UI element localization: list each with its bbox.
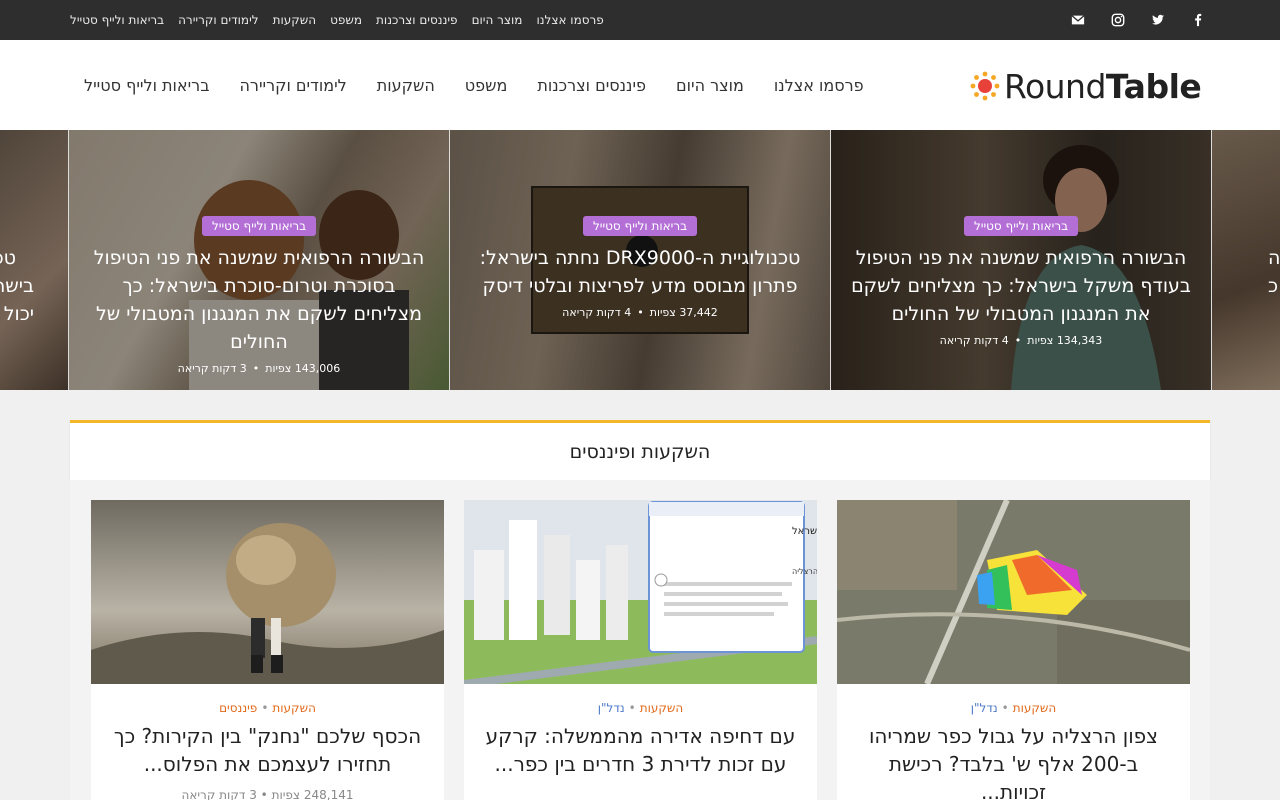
- article-categories: השקעות•נדל"ן: [597, 701, 684, 715]
- top-link-product[interactable]: מוצר היום: [472, 13, 523, 27]
- category-link[interactable]: נדל"ן: [971, 701, 998, 715]
- slide-diabetes[interactable]: בריאות ולייף סטייל הבשורה הרפואית שמשנה …: [69, 130, 450, 390]
- category-link[interactable]: נדל"ן: [598, 701, 625, 715]
- site-header: בריאות ולייף סטייל לימודים וקריירה השקעו…: [0, 40, 1280, 130]
- logo-text: RoundTable: [1004, 66, 1202, 106]
- slide-partial-left-line2: בישר: [0, 275, 34, 297]
- slide-drx9000[interactable]: בריאות ולייף סטייל טכנולוגיית ה-DRX9000 …: [450, 130, 831, 390]
- category-link[interactable]: השקעות: [272, 701, 316, 715]
- top-link-advertise[interactable]: פרסמו אצלנו: [536, 13, 603, 27]
- instagram-icon[interactable]: [1098, 0, 1138, 40]
- email-icon[interactable]: [1058, 0, 1098, 40]
- nav-health[interactable]: בריאות ולייף סטייל: [84, 76, 209, 95]
- category-link[interactable]: השקעות: [640, 701, 684, 715]
- slide-title[interactable]: הבשורה הרפואית שמשנה את פני הטיפול בסוכר…: [89, 244, 429, 356]
- nav-law[interactable]: משפט: [465, 76, 508, 95]
- facebook-icon[interactable]: [1178, 0, 1218, 40]
- article-image-map[interactable]: [837, 500, 1190, 684]
- nav-advertise[interactable]: פרסמו אצלנו: [774, 76, 864, 95]
- category-link[interactable]: השקעות: [1013, 701, 1057, 715]
- section-title[interactable]: השקעות ופיננסים: [570, 441, 711, 463]
- article-title[interactable]: עם דחיפה אדירה מהממשלה: קרקע עם זכות לדי…: [484, 722, 797, 778]
- article-categories: השקעות•פיננסים: [219, 701, 316, 715]
- slide-category-tag[interactable]: בריאות ולייף סטייל: [963, 216, 1079, 236]
- top-link-investments[interactable]: השקעות: [273, 13, 317, 27]
- main-nav: בריאות ולייף סטייל לימודים וקריירה השקעו…: [84, 40, 864, 130]
- section-header: השקעות ופיננסים: [70, 420, 1210, 480]
- slide-meta: 37,442 צפיות•4 דקות קריאה: [562, 306, 718, 319]
- category-link[interactable]: פיננסים: [219, 701, 257, 715]
- overlay-subtitle: רובע מגורים ותעסוקה חדש לעיר הרצליה: [792, 567, 817, 576]
- article-categories: השקעות•נדל"ן: [970, 701, 1057, 715]
- featured-slider: טכ בישר יכול בריאות ולייף סטייל הבשורה ה…: [0, 130, 1280, 390]
- slide-partial-left-line3: יכול: [3, 303, 34, 325]
- slide-weight[interactable]: בריאות ולייף סטייל הבשורה הרפואית שמשנה …: [831, 130, 1212, 390]
- top-link-law[interactable]: משפט: [330, 13, 362, 27]
- top-link-studies[interactable]: לימודים וקריירה: [178, 13, 258, 27]
- nav-product[interactable]: מוצר היום: [676, 76, 744, 95]
- slide-partial-left[interactable]: טכ בישר יכול: [0, 130, 69, 390]
- social-links: [1058, 0, 1218, 40]
- slide-partial-left-line1: טכ: [0, 247, 16, 269]
- slide-partial-right[interactable]: ה כ: [1212, 130, 1280, 390]
- slide-title[interactable]: הבשורה הרפואית שמשנה את פני הטיפול בעודף…: [851, 244, 1191, 328]
- site-logo[interactable]: RoundTable: [970, 66, 1202, 106]
- slide-meta: 143,006 צפיות•3 דקות קריאה: [177, 362, 341, 375]
- slide-meta: 134,343 צפיות•4 דקות קריאה: [939, 334, 1103, 347]
- article-title[interactable]: הכסף שלכם "נחנק" בין הקירות? כך תחזירו ל…: [111, 722, 424, 778]
- nav-investments[interactable]: השקעות: [377, 76, 435, 95]
- article-meta: 248,141 צפיות • 3 דקות קריאה: [181, 788, 354, 800]
- top-links: בריאות ולייף סטייל לימודים וקריירה השקעו…: [70, 0, 604, 40]
- article-image-city[interactable]: רשות מקרקעי ישראל רובע מגורים ותעסוקה חד…: [464, 500, 817, 684]
- article-title[interactable]: צפון הרצליה על גבול כפר שמריהו ב-200 אלף…: [857, 722, 1170, 800]
- nav-studies[interactable]: לימודים וקריירה: [239, 76, 346, 95]
- slide-category-tag[interactable]: בריאות ולייף סטייל: [582, 216, 698, 236]
- slide-title[interactable]: טכנולוגיית ה-DRX9000 נחתה בישראל: פתרון …: [470, 244, 810, 300]
- top-bar: בריאות ולייף סטייל לימודים וקריירה השקעו…: [0, 0, 1280, 40]
- sun-logo-icon: [970, 71, 1000, 101]
- top-link-finance[interactable]: פיננסים וצרכנות: [376, 13, 458, 27]
- top-link-health[interactable]: בריאות ולייף סטייל: [70, 13, 164, 27]
- twitter-icon[interactable]: [1138, 0, 1178, 40]
- article-card-herzliya[interactable]: השקעות•נדל"ן צפון הרצליה על גבול כפר שמר…: [837, 500, 1190, 800]
- slide-partial-right-line1: ה: [1268, 247, 1280, 269]
- overlay-title: רשות מקרקעי ישראל: [792, 526, 817, 537]
- slide-drx9000-content: בריאות ולייף סטייל טכנולוגיית ה-DRX9000 …: [470, 215, 810, 319]
- slide-diabetes-content: בריאות ולייף סטייל הבשורה הרפואית שמשנה …: [89, 215, 429, 375]
- article-image-boulder[interactable]: [91, 500, 444, 684]
- article-card-money[interactable]: השקעות•פיננסים הכסף שלכם "נחנק" בין הקיר…: [91, 500, 444, 800]
- article-card-land[interactable]: רשות מקרקעי ישראל רובע מגורים ותעסוקה חד…: [464, 500, 817, 800]
- slide-category-tag[interactable]: בריאות ולייף סטייל: [201, 216, 317, 236]
- slide-partial-right-line2: כ: [1268, 275, 1279, 297]
- nav-finance[interactable]: פיננסים וצרכנות: [537, 76, 646, 95]
- slide-weight-content: בריאות ולייף סטייל הבשורה הרפואית שמשנה …: [851, 215, 1191, 347]
